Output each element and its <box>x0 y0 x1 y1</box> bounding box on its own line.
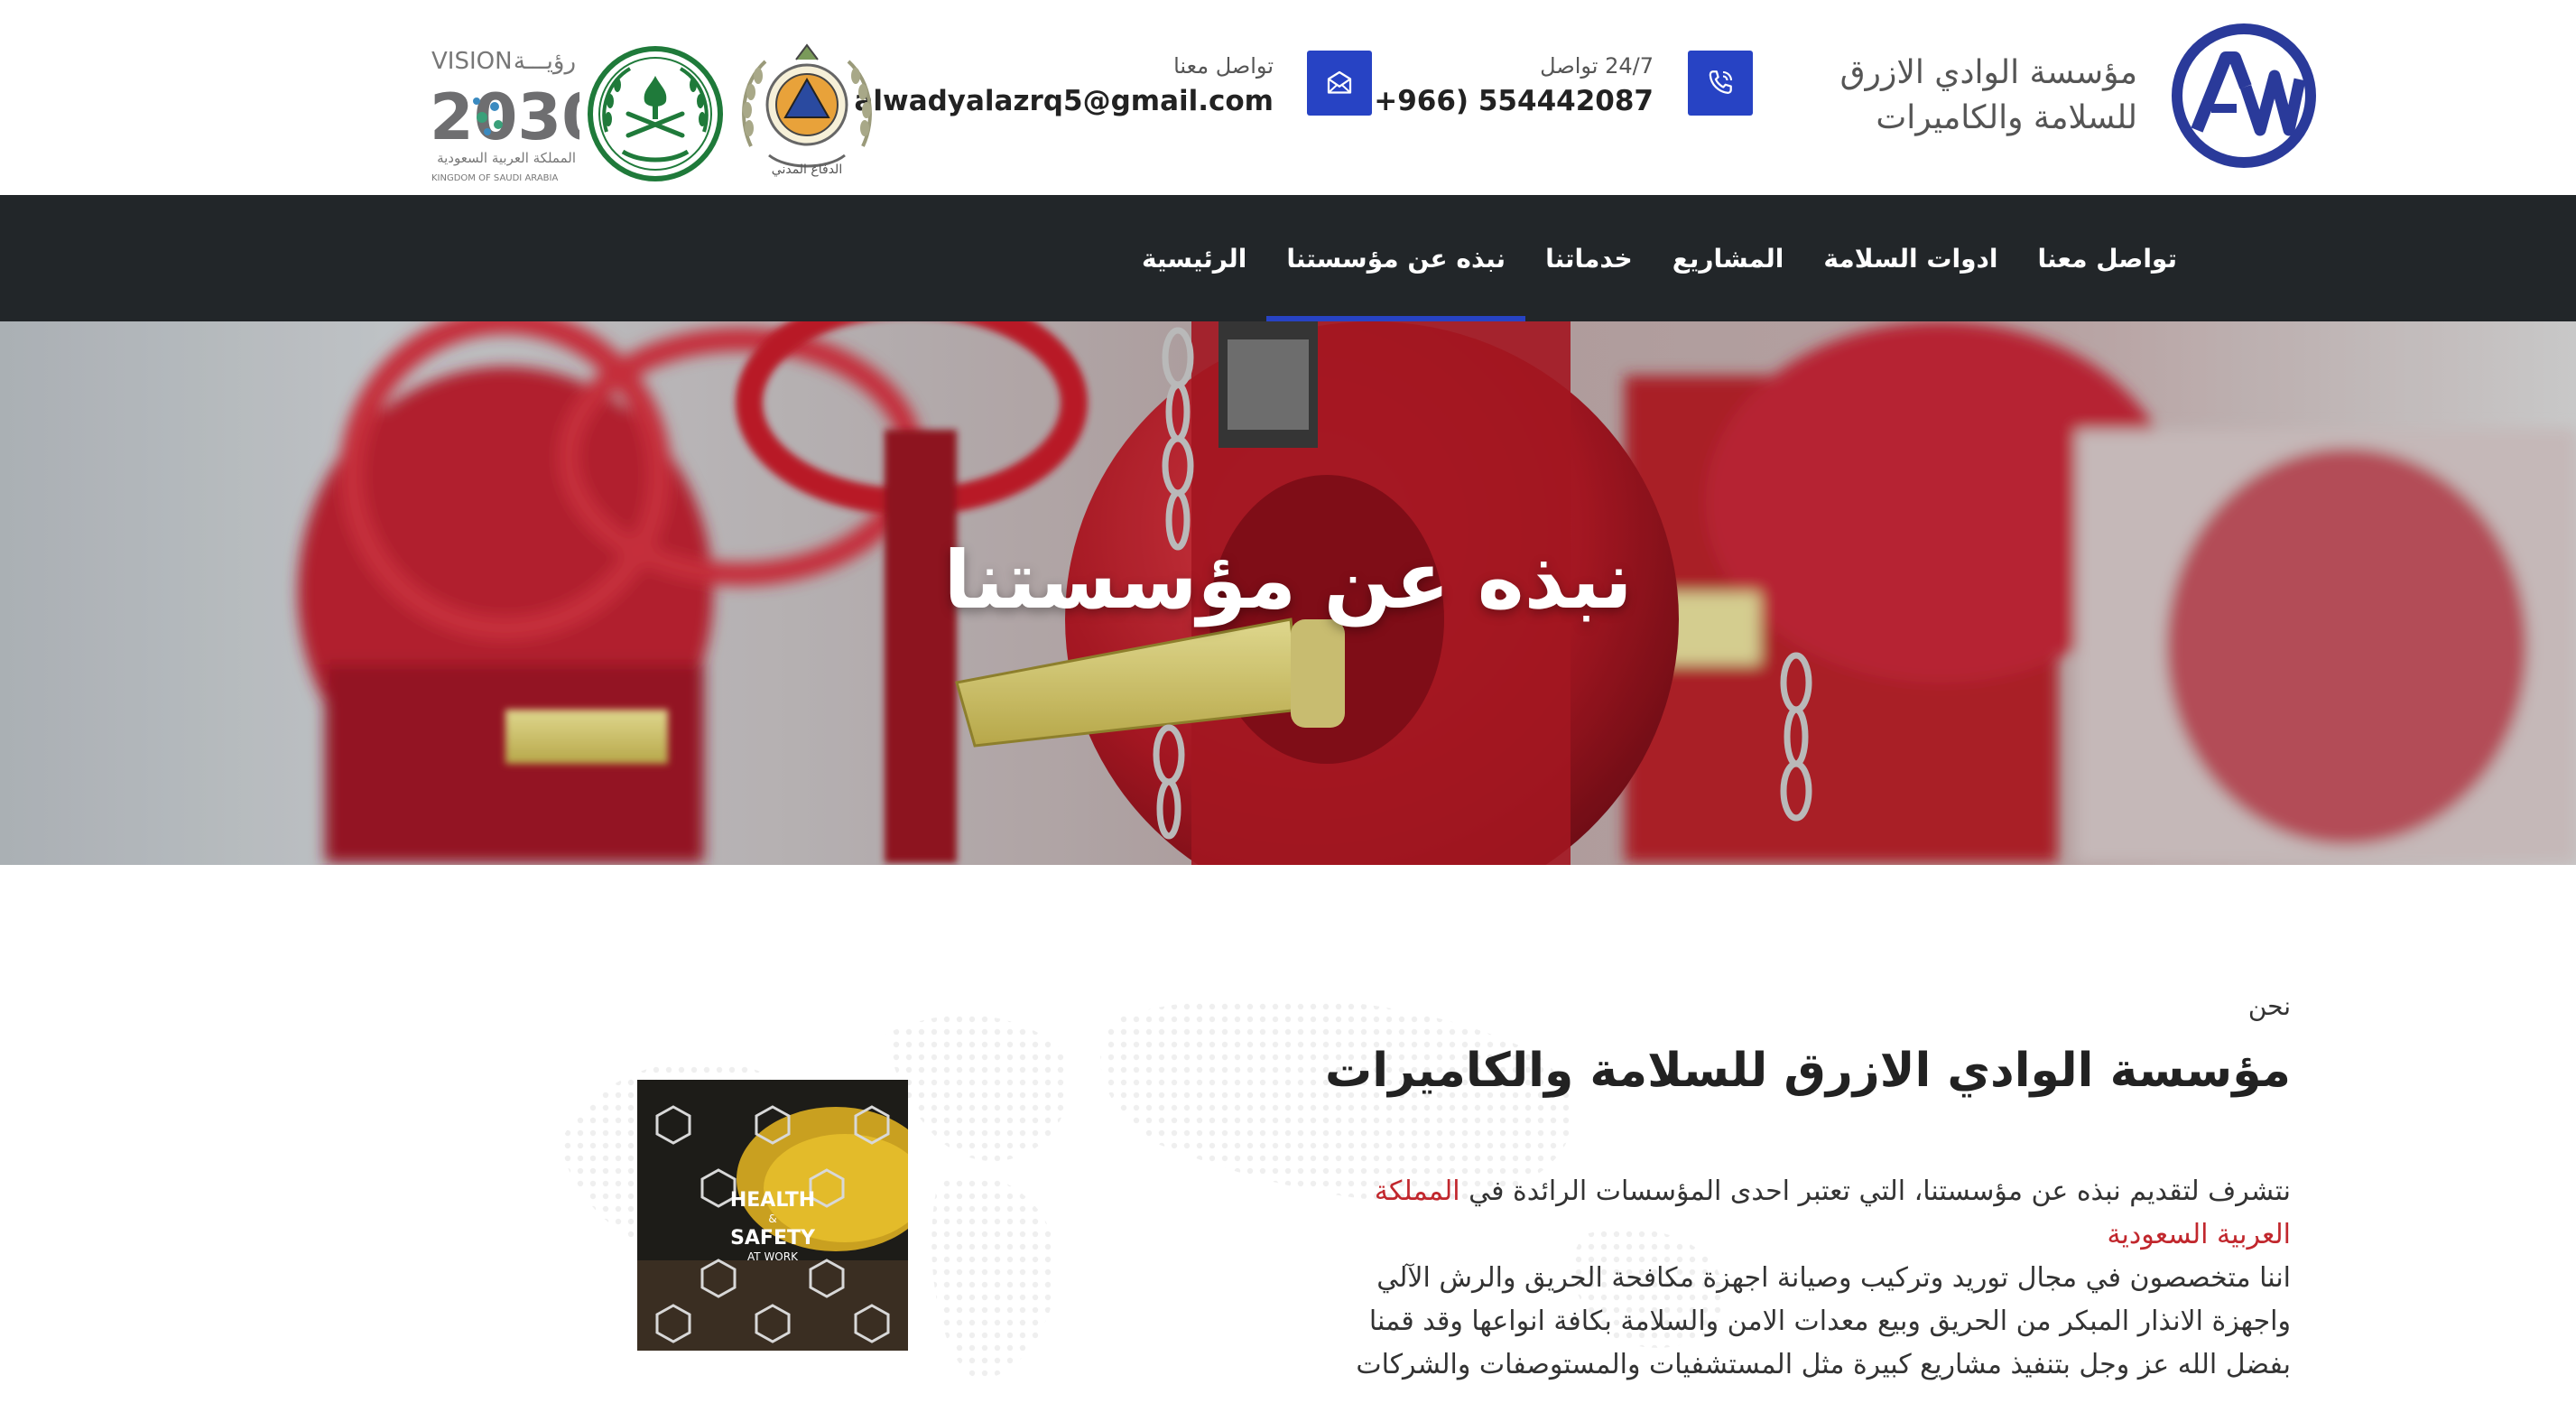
image-text-safety: SAFETY <box>730 1227 816 1250</box>
image-text-at-work: AT WORK <box>747 1250 799 1263</box>
about-paragraph-2: اننا متخصصون في مجال توريد وتركيب وصيانة… <box>1356 1262 2291 1380</box>
nav-item-contact[interactable]: تواصل معنا <box>2017 195 2197 321</box>
nav-item-label: تواصل معنا <box>2037 243 2177 274</box>
vision-latin: VISION <box>431 48 513 75</box>
ministry-emblem <box>588 46 723 181</box>
vision-kingdom-ar: المملكة العربية السعودية <box>437 150 576 166</box>
hero-title: نبذه عن مؤسستنا <box>943 533 1633 627</box>
email-caption: تواصل معنا <box>1173 53 1274 79</box>
section-kicker: نحن <box>2247 991 2291 1021</box>
brand-line-1: مؤسسة الوادي الازرق <box>1839 54 2137 91</box>
hero-banner: نبذه عن مؤسستنا <box>0 321 2576 865</box>
nav-item-projects[interactable]: المشاريع <box>1653 195 1804 321</box>
vision-kingdom-en: KINGDOM OF SAUDI ARABIA <box>431 173 558 183</box>
phone-contact: 24/7 تواصل (+966) 554442087 <box>1361 51 1654 121</box>
nav-item-label: المشاريع <box>1672 243 1784 274</box>
nav-item-about[interactable]: نبذه عن مؤسستنا <box>1266 195 1525 321</box>
civil-defense-emblem: الدفاع المدني <box>742 43 872 177</box>
civil-defense-label: الدفاع المدني <box>772 163 842 177</box>
email-address[interactable]: alwadyalazrq5@gmail.com <box>855 81 1274 121</box>
nav-item-safety-tools[interactable]: ادوات السلامة <box>1803 195 2017 321</box>
about-description: نتشرف لتقديم نبذه عن مؤسستنا، التي تعتبر… <box>1298 1170 2291 1387</box>
nav-item-label: ادوات السلامة <box>1823 243 1998 274</box>
phone-caption: 24/7 تواصل <box>1540 53 1654 79</box>
nav-item-label: خدماتنا <box>1545 243 1633 274</box>
envelope-icon <box>1327 70 1352 94</box>
nav-menu: الرئيسية نبذه عن مؤسستنا خدماتنا المشاري… <box>1122 195 2197 321</box>
nav-item-services[interactable]: خدماتنا <box>1525 195 1653 321</box>
email-contact: تواصل معنا alwadyalazrq5@gmail.com <box>855 51 1274 121</box>
company-logo[interactable] <box>2170 22 2318 170</box>
section-title: مؤسسة الوادي الازرق للسلامة والكاميرات <box>1325 1044 2291 1098</box>
nav-item-label: الرئيسية <box>1141 243 1247 274</box>
vision-year: 2030 <box>430 80 579 154</box>
brand-name: مؤسسة الوادي الازرق للسلامة والكاميرات <box>1840 51 2137 141</box>
nav-item-home[interactable]: الرئيسية <box>1122 195 1266 321</box>
about-paragraph-1: نتشرف لتقديم نبذه عن مؤسستنا، التي تعتبر… <box>1298 1170 2291 1257</box>
paragraph-text: نتشرف لتقديم نبذه عن مؤسستنا، التي تعتبر… <box>1459 1175 2291 1207</box>
main-navbar: الرئيسية نبذه عن مؤسستنا خدماتنا المشاري… <box>0 195 2576 321</box>
brand-line-2: للسلامة والكاميرات <box>1876 99 2137 136</box>
nav-item-label: نبذه عن مؤسستنا <box>1286 243 1506 274</box>
phone-number[interactable]: (+966) 554442087 <box>1361 81 1654 121</box>
image-text-health: HEALTH <box>730 1189 815 1212</box>
health-safety-image: HEALTH & SAFETY AT WORK <box>637 1080 908 1351</box>
image-text-amp: & <box>768 1213 776 1225</box>
about-section: نحن مؤسسة الوادي الازرق للسلامة والكامير… <box>0 865 2576 1403</box>
email-button[interactable] <box>1307 51 1372 116</box>
vision-arabic: رؤيـــة <box>514 48 576 75</box>
site-header: مؤسسة الوادي الازرق للسلامة والكاميرات 2… <box>0 0 2576 195</box>
phone-icon <box>1709 70 1733 94</box>
phone-button[interactable] <box>1688 51 1753 116</box>
vision-2030-logo: VISION رؤيـــة 2030 المملكة العربية السع… <box>430 48 579 183</box>
